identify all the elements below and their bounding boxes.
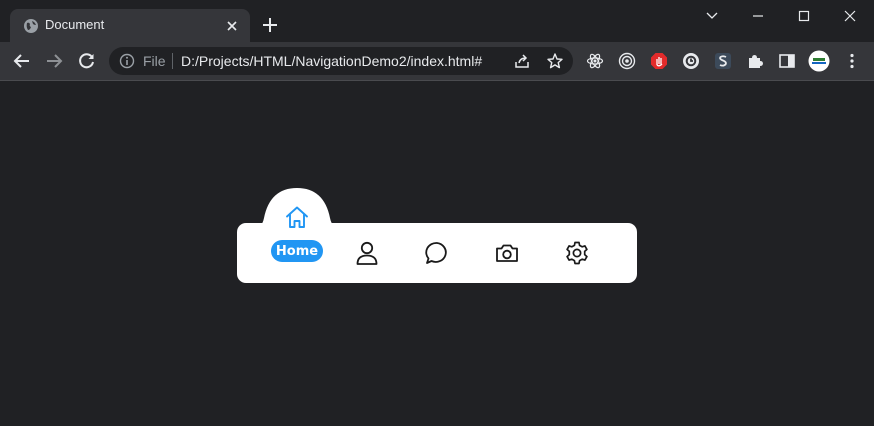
side-panel-icon <box>779 54 795 68</box>
user-icon <box>356 241 378 265</box>
react-atom-icon <box>586 53 604 69</box>
extension-circle-icon <box>683 53 699 69</box>
tab-search-button[interactable] <box>689 0 735 32</box>
reload-button[interactable] <box>75 49 99 73</box>
close-tab-icon[interactable] <box>224 18 240 34</box>
extension-grammar[interactable] <box>679 49 703 73</box>
active-nav-label: Home <box>271 240 323 262</box>
url-text[interactable]: D:/Projects/HTML/NavigationDemo2/index.h… <box>181 53 482 69</box>
arrow-left-icon <box>13 54 29 68</box>
puzzle-icon <box>749 55 763 68</box>
home-icon[interactable] <box>284 204 310 230</box>
camera-icon <box>496 244 518 262</box>
kebab-menu-icon <box>850 53 854 69</box>
minimize-icon <box>753 15 763 17</box>
nav-item-settings[interactable] <box>551 223 603 283</box>
gear-icon <box>566 241 588 265</box>
tab-strip: Document <box>0 0 874 42</box>
avatar <box>808 50 830 72</box>
info-icon[interactable] <box>119 53 135 69</box>
extension-adblock[interactable] <box>647 49 671 73</box>
reload-icon <box>79 53 94 69</box>
minimize-button[interactable] <box>735 0 781 32</box>
close-icon <box>844 10 856 22</box>
arrow-right-icon <box>47 54 63 68</box>
browser-toolbar: File D:/Projects/HTML/NavigationDemo2/in… <box>0 42 874 81</box>
side-panel-button[interactable] <box>775 49 799 73</box>
target-icon <box>618 52 636 70</box>
extension-s[interactable] <box>711 49 735 73</box>
browser-menu-button[interactable] <box>840 49 864 73</box>
maximize-icon <box>798 10 810 22</box>
bookmark-star-icon[interactable] <box>546 52 564 70</box>
home-label: Home <box>275 243 319 259</box>
back-button[interactable] <box>10 49 34 73</box>
chat-bubble-icon <box>425 242 447 264</box>
profile-button[interactable] <box>807 49 831 73</box>
s-letter-icon <box>715 53 731 69</box>
extensions-menu-button[interactable] <box>743 49 767 73</box>
maximize-button[interactable] <box>781 0 827 32</box>
chevron-down-icon <box>706 12 718 19</box>
nav-item-camera[interactable] <box>481 223 533 283</box>
close-window-button[interactable] <box>827 0 873 32</box>
extension-react-devtools[interactable] <box>583 49 607 73</box>
globe-icon <box>24 19 38 33</box>
new-tab-icon[interactable] <box>261 16 279 34</box>
tab-title: Document <box>45 17 105 32</box>
forward-button[interactable] <box>42 49 66 73</box>
address-bar[interactable]: File D:/Projects/HTML/NavigationDemo2/in… <box>109 47 573 75</box>
nav-item-messages[interactable] <box>411 223 463 283</box>
share-icon[interactable] <box>513 52 531 70</box>
omnibox-divider <box>172 53 173 69</box>
nav-item-profile[interactable] <box>341 223 393 283</box>
browser-tab[interactable]: Document <box>10 9 250 42</box>
stop-hand-icon <box>651 53 667 69</box>
url-scheme-label: File <box>143 53 166 69</box>
extension-target[interactable] <box>615 49 639 73</box>
